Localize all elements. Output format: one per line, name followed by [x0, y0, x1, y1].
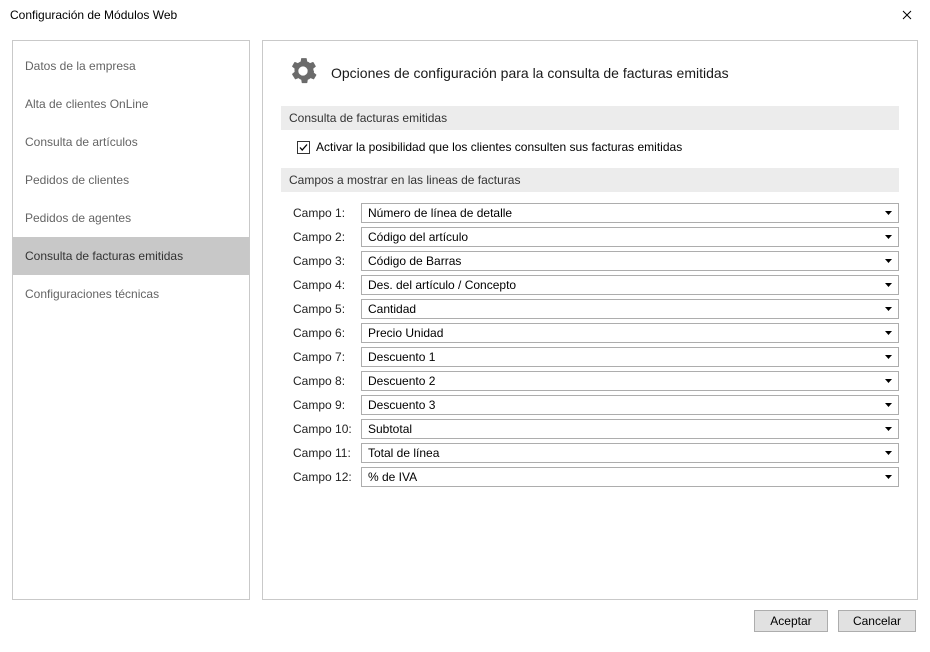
field-dropdown-5[interactable]: Cantidad	[361, 299, 899, 319]
window-title: Configuración de Módulos Web	[10, 8, 177, 22]
chevron-down-icon	[880, 277, 896, 293]
field-label: Campo 11:	[293, 446, 353, 460]
field-row-1: Campo 1: Número de línea de detalle	[293, 202, 899, 224]
chevron-down-icon	[880, 205, 896, 221]
section-title-consulta: Consulta de facturas emitidas	[281, 106, 899, 130]
chevron-down-icon	[880, 445, 896, 461]
chevron-down-icon	[880, 229, 896, 245]
field-row-10: Campo 10: Subtotal	[293, 418, 899, 440]
sidebar-item-label: Pedidos de clientes	[25, 173, 129, 187]
field-row-9: Campo 9: Descuento 3	[293, 394, 899, 416]
sidebar-item-5[interactable]: Consulta de facturas emitidas	[13, 237, 249, 275]
field-label: Campo 7:	[293, 350, 353, 364]
checkbox-row-activar[interactable]: Activar la posibilidad que los clientes …	[281, 140, 899, 154]
sidebar-item-6[interactable]: Configuraciones técnicas	[13, 275, 249, 313]
cancel-button[interactable]: Cancelar	[838, 610, 916, 632]
field-row-5: Campo 5: Cantidad	[293, 298, 899, 320]
field-label: Campo 10:	[293, 422, 353, 436]
chevron-down-icon	[880, 325, 896, 341]
titlebar: Configuración de Módulos Web	[0, 0, 930, 30]
field-dropdown-4[interactable]: Des. del artículo / Concepto	[361, 275, 899, 295]
checkbox-label: Activar la posibilidad que los clientes …	[316, 140, 682, 154]
field-dropdown-12[interactable]: % de IVA	[361, 467, 899, 487]
dropdown-value: Precio Unidad	[368, 326, 443, 340]
sidebar-item-label: Datos de la empresa	[25, 59, 136, 73]
field-dropdown-6[interactable]: Precio Unidad	[361, 323, 899, 343]
dropdown-value: Cantidad	[368, 302, 416, 316]
field-row-12: Campo 12: % de IVA	[293, 466, 899, 488]
checkbox-activar[interactable]	[297, 141, 310, 154]
field-dropdown-3[interactable]: Código de Barras	[361, 251, 899, 271]
field-dropdown-11[interactable]: Total de línea	[361, 443, 899, 463]
field-dropdown-2[interactable]: Código del artículo	[361, 227, 899, 247]
dropdown-value: Descuento 1	[368, 350, 435, 364]
chevron-down-icon	[880, 469, 896, 485]
main-panel: Opciones de configuración para la consul…	[262, 40, 918, 600]
field-row-8: Campo 8: Descuento 2	[293, 370, 899, 392]
field-label: Campo 3:	[293, 254, 353, 268]
field-label: Campo 1:	[293, 206, 353, 220]
panel-header: Opciones de configuración para la consul…	[281, 57, 899, 88]
field-dropdown-10[interactable]: Subtotal	[361, 419, 899, 439]
chevron-down-icon	[880, 397, 896, 413]
field-label: Campo 12:	[293, 470, 353, 484]
dropdown-value: Número de línea de detalle	[368, 206, 512, 220]
dropdown-value: Subtotal	[368, 422, 412, 436]
chevron-down-icon	[880, 349, 896, 365]
sidebar-item-label: Configuraciones técnicas	[25, 287, 159, 301]
sidebar-item-0[interactable]: Datos de la empresa	[13, 47, 249, 85]
gear-icon	[289, 57, 317, 88]
chevron-down-icon	[880, 421, 896, 437]
field-row-3: Campo 3: Código de Barras	[293, 250, 899, 272]
chevron-down-icon	[880, 373, 896, 389]
field-dropdown-8[interactable]: Descuento 2	[361, 371, 899, 391]
field-row-4: Campo 4: Des. del artículo / Concepto	[293, 274, 899, 296]
fields-area: Campo 1:Número de línea de detalleCampo …	[281, 202, 899, 488]
dropdown-value: Descuento 2	[368, 374, 435, 388]
field-label: Campo 6:	[293, 326, 353, 340]
field-row-6: Campo 6: Precio Unidad	[293, 322, 899, 344]
sidebar-item-1[interactable]: Alta de clientes OnLine	[13, 85, 249, 123]
field-label: Campo 5:	[293, 302, 353, 316]
sidebar-item-2[interactable]: Consulta de artículos	[13, 123, 249, 161]
sidebar-item-label: Alta de clientes OnLine	[25, 97, 148, 111]
sidebar-item-label: Pedidos de agentes	[25, 211, 131, 225]
sidebar-item-label: Consulta de facturas emitidas	[25, 249, 183, 263]
dropdown-value: Descuento 3	[368, 398, 435, 412]
chevron-down-icon	[880, 301, 896, 317]
body: Datos de la empresa Alta de clientes OnLi…	[0, 30, 930, 600]
field-label: Campo 4:	[293, 278, 353, 292]
dropdown-value: Des. del artículo / Concepto	[368, 278, 516, 292]
section-title-campos: Campos a mostrar en las lineas de factur…	[281, 168, 899, 192]
dropdown-value: Total de línea	[368, 446, 439, 460]
field-row-7: Campo 7: Descuento 1	[293, 346, 899, 368]
close-button[interactable]	[884, 0, 930, 30]
field-dropdown-7[interactable]: Descuento 1	[361, 347, 899, 367]
sidebar-item-4[interactable]: Pedidos de agentes	[13, 199, 249, 237]
accept-button[interactable]: Aceptar	[754, 610, 828, 632]
dropdown-value: Código del artículo	[368, 230, 468, 244]
sidebar-item-label: Consulta de artículos	[25, 135, 138, 149]
field-label: Campo 9:	[293, 398, 353, 412]
chevron-down-icon	[880, 253, 896, 269]
close-icon	[902, 10, 912, 20]
field-label: Campo 8:	[293, 374, 353, 388]
sidebar-item-3[interactable]: Pedidos de clientes	[13, 161, 249, 199]
field-dropdown-1[interactable]: Número de línea de detalle	[361, 203, 899, 223]
sidebar: Datos de la empresa Alta de clientes OnLi…	[12, 40, 250, 600]
dropdown-value: Código de Barras	[368, 254, 461, 268]
field-label: Campo 2:	[293, 230, 353, 244]
panel-heading: Opciones de configuración para la consul…	[331, 65, 729, 81]
field-dropdown-9[interactable]: Descuento 3	[361, 395, 899, 415]
footer: Aceptar Cancelar	[0, 600, 930, 642]
dropdown-value: % de IVA	[368, 470, 417, 484]
field-row-11: Campo 11: Total de línea	[293, 442, 899, 464]
field-row-2: Campo 2: Código del artículo	[293, 226, 899, 248]
